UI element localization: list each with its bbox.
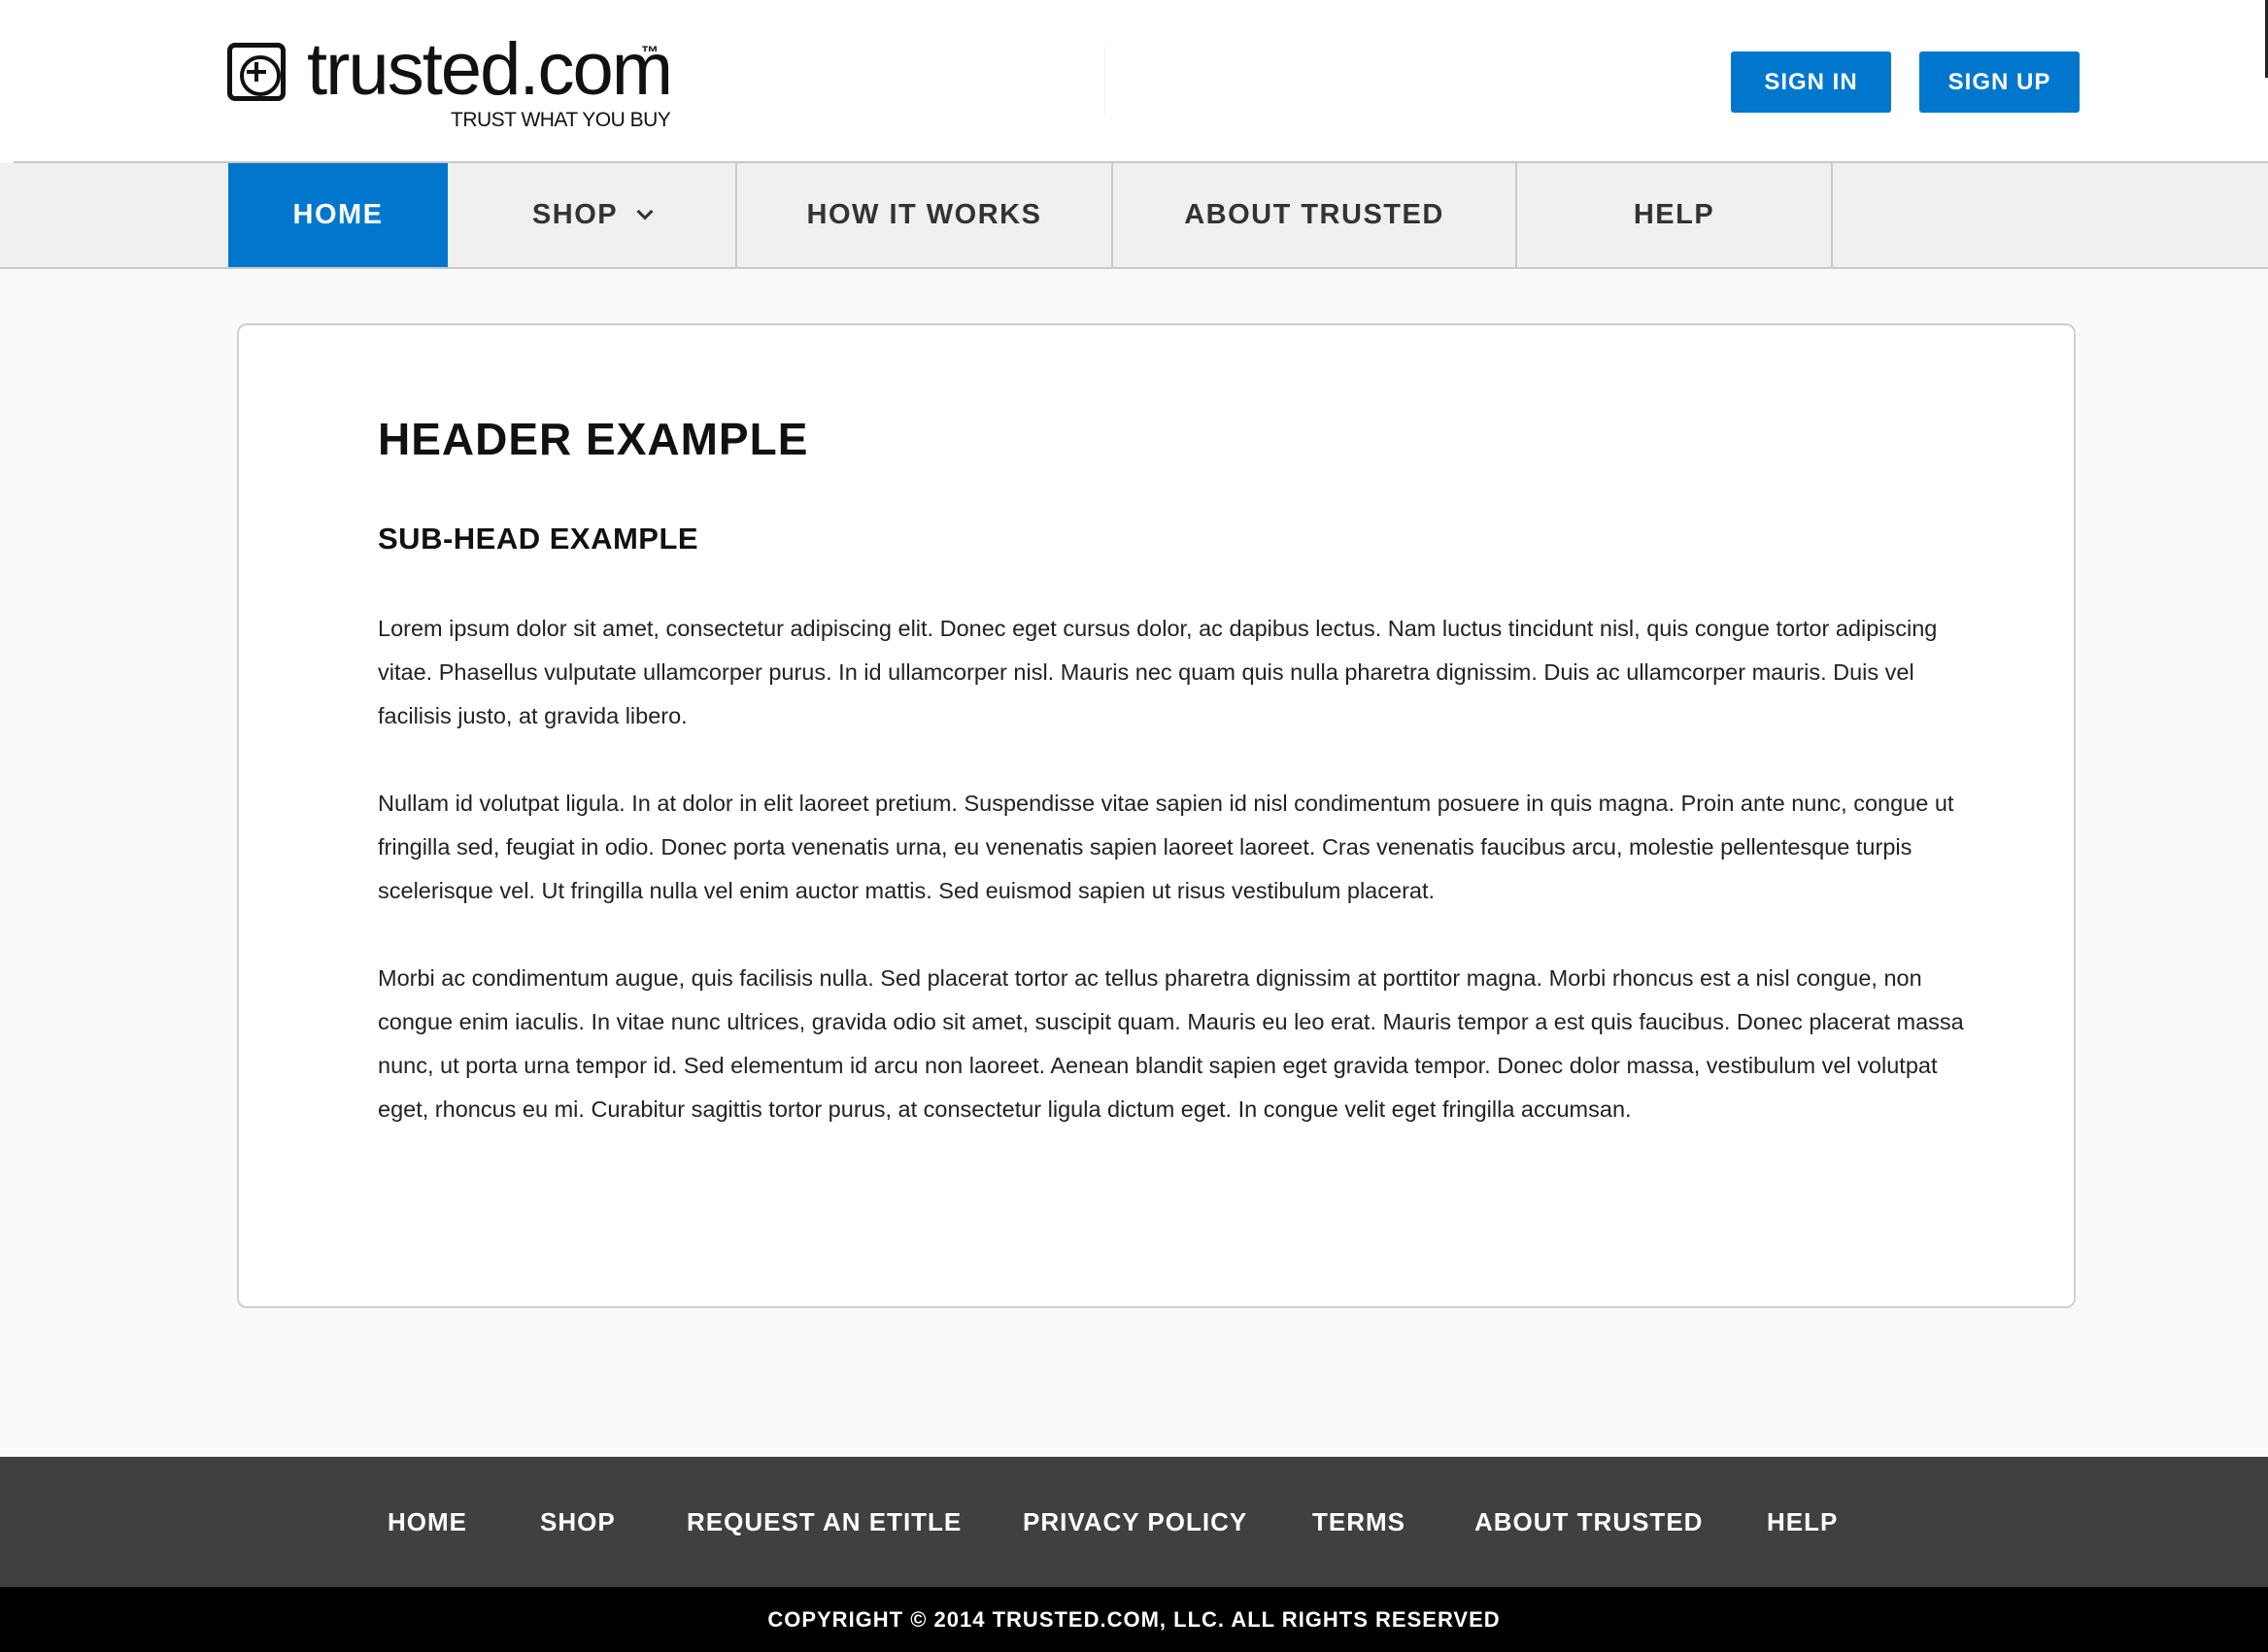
- body-paragraph: Morbi ac condimentum augue, quis facilis…: [378, 965, 1964, 1122]
- footer-link-shop[interactable]: SHOP: [540, 1457, 616, 1587]
- nav-item-label: HOW IT WORKS: [806, 199, 1042, 230]
- nav-item-how-it-works[interactable]: HOW IT WORKS: [737, 163, 1111, 267]
- footer-link-terms[interactable]: TERMS: [1312, 1457, 1405, 1587]
- sign-in-button[interactable]: SIGN IN: [1731, 51, 1891, 113]
- site-header: trusted.com ™ TRUST WHAT YOU BUY SIGN IN…: [0, 0, 2268, 161]
- page-header: HEADER EXAMPLE: [378, 414, 809, 464]
- footer-link-home[interactable]: HOME: [388, 1457, 467, 1587]
- footer-link-help[interactable]: HELP: [1767, 1457, 1838, 1587]
- footer-link-privacy-policy[interactable]: PRIVACY POLICY: [1023, 1457, 1247, 1587]
- divider: [1104, 47, 1105, 115]
- site-footer: HOME SHOP REQUEST AN ETITLE PRIVACY POLI…: [0, 1457, 2268, 1587]
- copyright-text: COPYRIGHT © 2014 TRUSTED.COM, LLC. ALL R…: [767, 1606, 1501, 1632]
- nav-item-label: HELP: [1633, 199, 1715, 230]
- footer-link-about-trusted[interactable]: ABOUT TRUSTED: [1474, 1457, 1703, 1587]
- content-card: HEADER EXAMPLE SUB-HEAD EXAMPLE Lorem ip…: [237, 323, 2076, 1308]
- nav-item-label: HOME: [292, 199, 384, 230]
- nav-item-home[interactable]: HOME: [228, 163, 448, 267]
- site-logo[interactable]: trusted.com ™ TRUST WHAT YOU BUY: [227, 33, 674, 136]
- sign-up-button[interactable]: SIGN UP: [1919, 51, 2080, 113]
- page-subhead: SUB-HEAD EXAMPLE: [378, 522, 699, 556]
- trademark-symbol: ™: [641, 43, 659, 62]
- copyright-bar: COPYRIGHT © 2014 TRUSTED.COM, LLC. ALL R…: [0, 1587, 2268, 1652]
- logo-tagline: TRUST WHAT YOU BUY: [451, 109, 671, 131]
- plus-circle-icon: [227, 43, 286, 101]
- chevron-down-icon: [636, 203, 654, 219]
- logo-wordmark: trusted.com: [307, 28, 673, 111]
- main-nav: HOME SHOP HOW IT WORKS ABOUT TRUSTED HEL…: [0, 163, 2268, 269]
- nav-item-help[interactable]: HELP: [1517, 163, 1831, 267]
- body-paragraph: Lorem ipsum dolor sit amet, consectetur …: [378, 616, 1938, 728]
- nav-item-label: ABOUT TRUSTED: [1184, 199, 1444, 230]
- nav-item-shop[interactable]: SHOP: [448, 163, 735, 267]
- nav-divider: [1831, 163, 1833, 267]
- nav-item-about-trusted[interactable]: ABOUT TRUSTED: [1113, 163, 1515, 267]
- footer-link-request-etitle[interactable]: REQUEST AN ETITLE: [687, 1457, 962, 1587]
- nav-item-label: SHOP: [531, 199, 619, 230]
- body-paragraph: Nullam id volutpat ligula. In at dolor i…: [378, 791, 1954, 903]
